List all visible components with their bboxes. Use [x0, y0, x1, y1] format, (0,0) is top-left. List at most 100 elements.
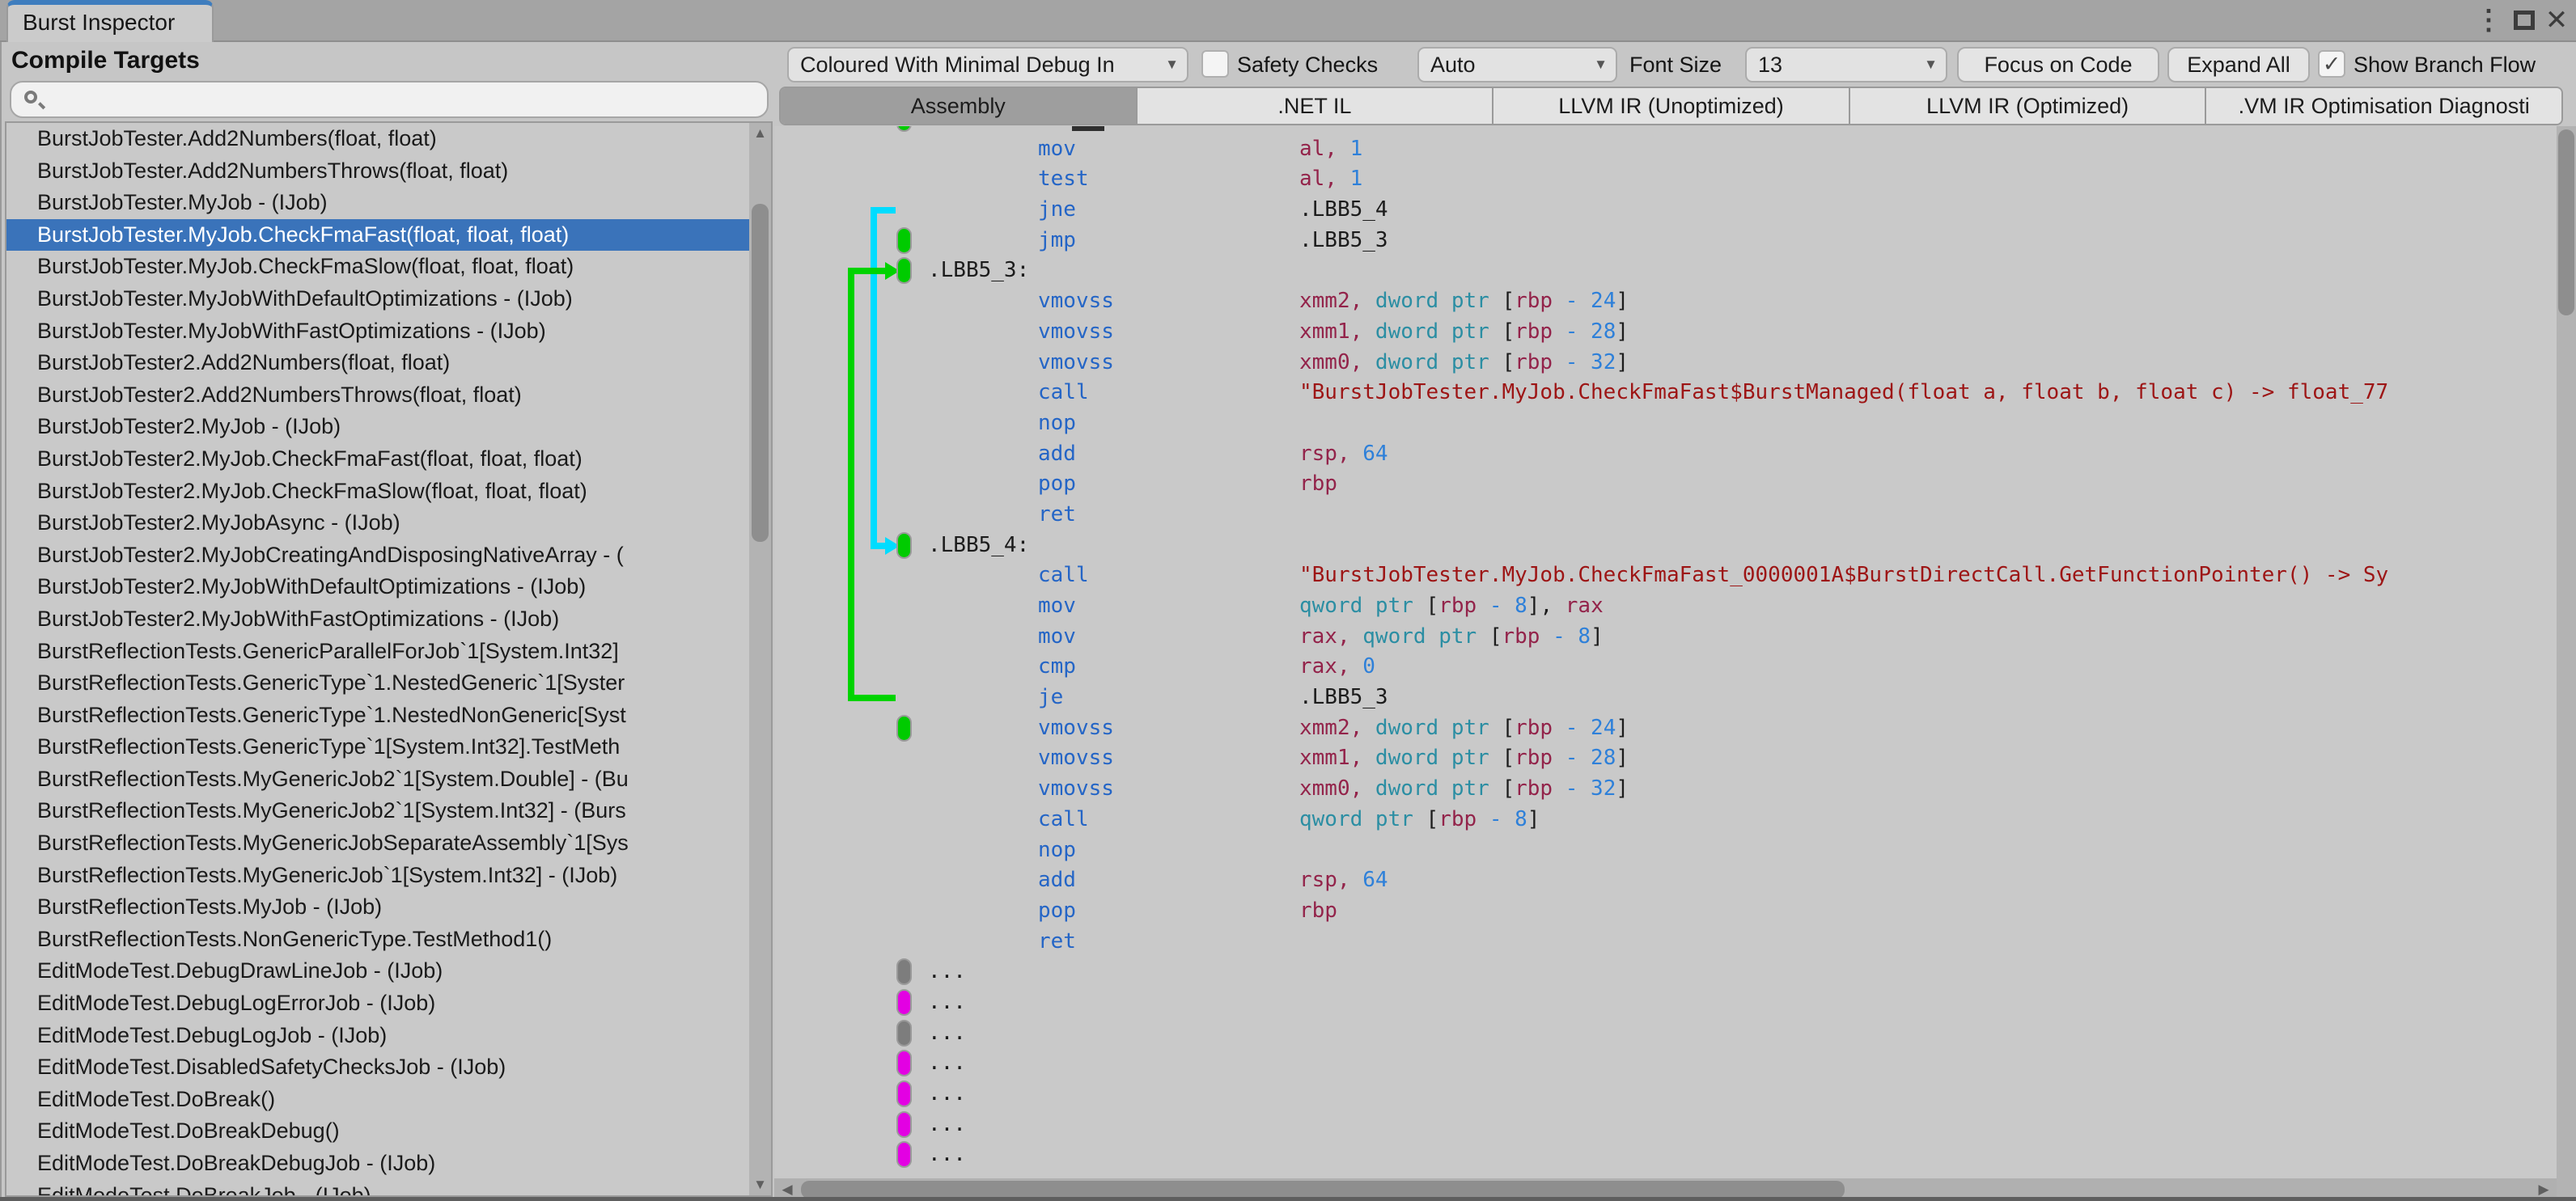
- list-item[interactable]: BurstReflectionTests.GenericType`1[Syste…: [6, 731, 752, 763]
- code-line: mov al, 1: [1038, 136, 1363, 161]
- close-icon[interactable]: ✕: [2540, 0, 2573, 42]
- block-marker: [896, 988, 912, 1016]
- list-item[interactable]: BurstJobTester2.MyJobCreatingAndDisposin…: [6, 539, 752, 572]
- list-item[interactable]: EditModeTest.DoBreakDebugJob - (IJob): [6, 1148, 752, 1180]
- code-line: jne .LBB5_4: [1038, 197, 1388, 222]
- code-line: vmovss xmm1, dword ptr [rbp - 28]: [1038, 319, 1629, 344]
- font-size-dropdown[interactable]: 13 ▼: [1745, 47, 1947, 82]
- list-item[interactable]: BurstJobTester2.Add2Numbers(float, float…: [6, 347, 752, 379]
- code-line: vmovss xmm1, dword ptr [rbp - 28]: [1038, 746, 1629, 771]
- window-menu-icon[interactable]: ⋮: [2472, 0, 2505, 42]
- search-input[interactable]: [53, 84, 749, 115]
- list-item[interactable]: BurstReflectionTests.NonGenericType.Test…: [6, 924, 752, 956]
- code-line: [774, 126, 2557, 134]
- list-item[interactable]: EditModeTest.DoBreakDebug(): [6, 1115, 752, 1148]
- block-marker: [896, 257, 912, 285]
- search-box[interactable]: [10, 81, 769, 118]
- window-tab-label: Burst Inspector: [23, 10, 176, 35]
- list-scrollbar[interactable]: ▲ ▼: [749, 123, 771, 1195]
- list-item[interactable]: EditModeTest.DebugLogJob - (IJob): [6, 1020, 752, 1052]
- chevron-down-icon: ▼: [1924, 57, 1938, 72]
- collapsed-block-row[interactable]: ...: [774, 1018, 2557, 1049]
- list-item[interactable]: EditModeTest.DebugDrawLineJob - (IJob): [6, 955, 752, 987]
- list-item[interactable]: BurstReflectionTests.MyGenericJob`1[Syst…: [6, 860, 752, 892]
- code-line: cmp rax, 0: [1038, 654, 1375, 679]
- list-item[interactable]: EditModeTest.DoBreak(): [6, 1084, 752, 1116]
- list-item[interactable]: BurstJobTester2.Add2NumbersThrows(float,…: [6, 379, 752, 412]
- block-marker: [896, 1050, 912, 1077]
- window-bottom-edge: [0, 1197, 2576, 1201]
- title-bar: Burst Inspector ⋮ ✕: [0, 0, 2576, 42]
- expand-all-button[interactable]: Expand All: [2167, 47, 2310, 82]
- list-item[interactable]: BurstJobTester.MyJobWithFastOptimization…: [6, 315, 752, 348]
- list-item[interactable]: BurstJobTester.MyJob.CheckFmaSlow(float,…: [6, 251, 752, 283]
- list-item[interactable]: EditModeTest.DoBreakJob - (IJob): [6, 1180, 752, 1195]
- list-item[interactable]: BurstJobTester2.MyJobWithFastOptimizatio…: [6, 603, 752, 636]
- code-line: vmovss xmm2, dword ptr [rbp - 24]: [774, 713, 2557, 744]
- code-line: nop: [1038, 410, 1076, 435]
- font-size-value: 13: [1758, 53, 1783, 77]
- list-item[interactable]: BurstReflectionTests.GenericType`1.Neste…: [6, 667, 752, 700]
- list-item[interactable]: BurstJobTester2.MyJob.CheckFmaSlow(float…: [6, 476, 752, 508]
- main-panel: Coloured With Minimal Debug In ▼ Safety …: [774, 42, 2576, 1201]
- search-icon: [24, 91, 37, 104]
- list-item[interactable]: BurstJobTester2.MyJobAsync - (IJob): [6, 507, 752, 539]
- code-line: vmovss xmm0, dword ptr [rbp - 32]: [1038, 349, 1629, 374]
- collapsed-block-row[interactable]: ...: [774, 957, 2557, 987]
- code-line: pop rbp: [1038, 898, 1337, 923]
- compile-targets-header: Compile Targets: [11, 47, 200, 74]
- view-tabs: Assembly .NET IL LLVM IR (Unoptimized) LLVM…: [779, 87, 2563, 125]
- code-line: nop: [1038, 837, 1076, 862]
- collapsed-block-row[interactable]: ...: [774, 1048, 2557, 1079]
- collapsed-block-row[interactable]: ...: [774, 987, 2557, 1018]
- show-branch-flow-checkbox[interactable]: ✓: [2318, 50, 2345, 78]
- scroll-up-icon[interactable]: ▲: [749, 123, 771, 144]
- list-item[interactable]: EditModeTest.DisabledSafetyChecksJob - (…: [6, 1051, 752, 1084]
- tab--vm-ir-optimisation-diagnosti[interactable]: .VM IR Optimisation Diagnosti: [2206, 88, 2561, 124]
- code-line: mov rax, qword ptr [rbp - 8]: [1038, 624, 1604, 649]
- list-item[interactable]: BurstJobTester2.MyJob - (IJob): [6, 411, 752, 443]
- focus-on-code-button[interactable]: Focus on Code: [1957, 47, 2159, 82]
- collapsed-block-row[interactable]: ...: [774, 1140, 2557, 1170]
- list-item[interactable]: BurstJobTester.Add2Numbers(float, float): [6, 123, 752, 155]
- list-item[interactable]: BurstJobTester.MyJob.CheckFmaFast(float,…: [6, 218, 752, 252]
- code-line: call "BurstJobTester.MyJob.CheckFmaFast_0…: [1038, 563, 2389, 588]
- code-line: call qword ptr [rbp - 8]: [1038, 806, 1540, 831]
- block-marker: [896, 714, 912, 742]
- list-scrollbar-thumb[interactable]: [752, 204, 769, 542]
- list-item[interactable]: BurstReflectionTests.MyGenericJob2`1[Sys…: [6, 763, 752, 796]
- list-item[interactable]: BurstReflectionTests.GenericType`1.Neste…: [6, 700, 752, 732]
- safety-checks-checkbox[interactable]: [1201, 50, 1229, 78]
- debug-mode-dropdown[interactable]: Coloured With Minimal Debug In ▼: [787, 47, 1188, 82]
- chevron-down-icon: ▼: [1165, 57, 1179, 72]
- tab-llvm-ir-optimized-[interactable]: LLVM IR (Optimized): [1849, 88, 2207, 124]
- list-item[interactable]: BurstReflectionTests.MyJob - (IJob): [6, 891, 752, 924]
- list-item[interactable]: BurstJobTester.MyJob - (IJob): [6, 187, 752, 219]
- target-dropdown[interactable]: Auto ▼: [1417, 47, 1617, 82]
- list-item[interactable]: BurstJobTester2.MyJobWithDefaultOptimiza…: [6, 571, 752, 603]
- list-item[interactable]: BurstJobTester2.MyJob.CheckFmaFast(float…: [6, 443, 752, 476]
- window-tab-burst-inspector[interactable]: Burst Inspector: [6, 0, 214, 42]
- collapsed-block-row[interactable]: ...: [774, 1079, 2557, 1110]
- target-value: Auto: [1430, 53, 1476, 77]
- list-item[interactable]: BurstJobTester.Add2NumbersThrows(float, …: [6, 155, 752, 188]
- code-hscrollbar-thumb[interactable]: [801, 1181, 1845, 1199]
- code-vscrollbar-thumb[interactable]: [2558, 129, 2574, 315]
- maximize-icon[interactable]: [2508, 0, 2540, 42]
- code-line: mov qword ptr [rbp - 8], rax: [1038, 594, 1604, 618]
- list-item[interactable]: BurstJobTester.MyJobWithDefaultOptimizat…: [6, 283, 752, 315]
- tab--net-il[interactable]: .NET IL: [1137, 88, 1494, 124]
- list-item[interactable]: EditModeTest.DebugLogErrorJob - (IJob): [6, 987, 752, 1020]
- list-item[interactable]: BurstReflectionTests.MyGenericJobSeparat…: [6, 827, 752, 860]
- collapsed-block-row[interactable]: ...: [774, 1110, 2557, 1140]
- safety-checks-label: Safety Checks: [1237, 53, 1379, 77]
- code-vertical-scrollbar[interactable]: [2557, 126, 2576, 1178]
- scroll-down-icon[interactable]: ▼: [749, 1174, 771, 1195]
- code-line: ret: [1038, 928, 1076, 954]
- tab-assembly[interactable]: Assembly: [781, 88, 1138, 124]
- tab-llvm-ir-unoptimized-[interactable]: LLVM IR (Unoptimized): [1493, 88, 1850, 124]
- assembly-code-view[interactable]: mov al, 1 test al, 1 jne .LBB5_4 jmp .LBB5_3 .LB…: [774, 126, 2557, 1178]
- burst-inspector-window: Burst Inspector ⋮ ✕ Compile Targets Burs…: [0, 0, 2576, 1201]
- list-item[interactable]: BurstReflectionTests.GenericParallelForJ…: [6, 636, 752, 668]
- list-item[interactable]: BurstReflectionTests.MyGenericJob2`1[Sys…: [6, 795, 752, 827]
